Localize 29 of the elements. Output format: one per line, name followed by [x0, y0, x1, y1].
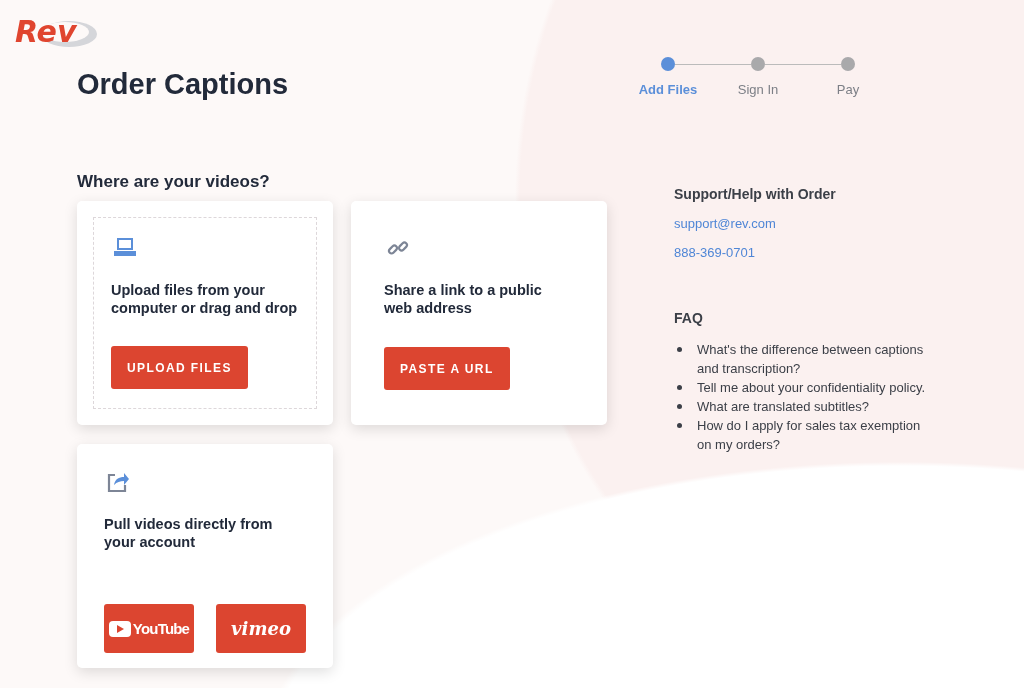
- step-label: Add Files: [638, 82, 698, 97]
- youtube-button[interactable]: YouTube: [104, 604, 194, 653]
- step-label: Pay: [836, 82, 860, 97]
- bullet-icon: [677, 404, 682, 409]
- action-button[interactable]: PASTE A URL: [384, 347, 510, 390]
- support-heading: Support/Help with Order: [674, 186, 837, 202]
- section-heading: Where are your videos?: [77, 172, 271, 192]
- play-icon: [108, 620, 131, 637]
- option-text: Share a link to a public web address: [384, 281, 543, 317]
- action-button[interactable]: UPLOAD FILES: [111, 346, 248, 389]
- option-text: Upload files from your computer or drag and drop: [111, 281, 299, 317]
- bullet-icon: [677, 347, 682, 352]
- bullet-icon: [677, 385, 682, 390]
- faq-heading: FAQ: [674, 310, 704, 326]
- faq-link[interactable]: How do I apply for sales tax exemption on my orders?: [697, 416, 927, 454]
- logo[interactable]: Rev: [15, 12, 99, 50]
- drop-zone[interactable]: Upload files from your computer or drag and drop UPLOAD FILES: [93, 217, 317, 409]
- share-icon: [107, 471, 129, 493]
- faq-link[interactable]: What are translated subtitles?: [697, 397, 927, 416]
- step-label: Sign In: [737, 82, 779, 97]
- email-link[interactable]: support@rev.com: [674, 216, 776, 231]
- vimeo-button[interactable]: vimeo: [216, 604, 306, 653]
- faq-link[interactable]: What's the difference between captions and transcription?: [697, 340, 927, 378]
- page-title: Order Captions: [77, 67, 289, 101]
- option-text: Pull videos directly from your account: [104, 515, 274, 551]
- faq-link[interactable]: Tell me about your confidentiality policy.: [697, 378, 927, 397]
- laptop-icon: [114, 237, 136, 257]
- bullet-icon: [677, 423, 682, 428]
- phone-link[interactable]: 888-369-0701: [674, 245, 755, 260]
